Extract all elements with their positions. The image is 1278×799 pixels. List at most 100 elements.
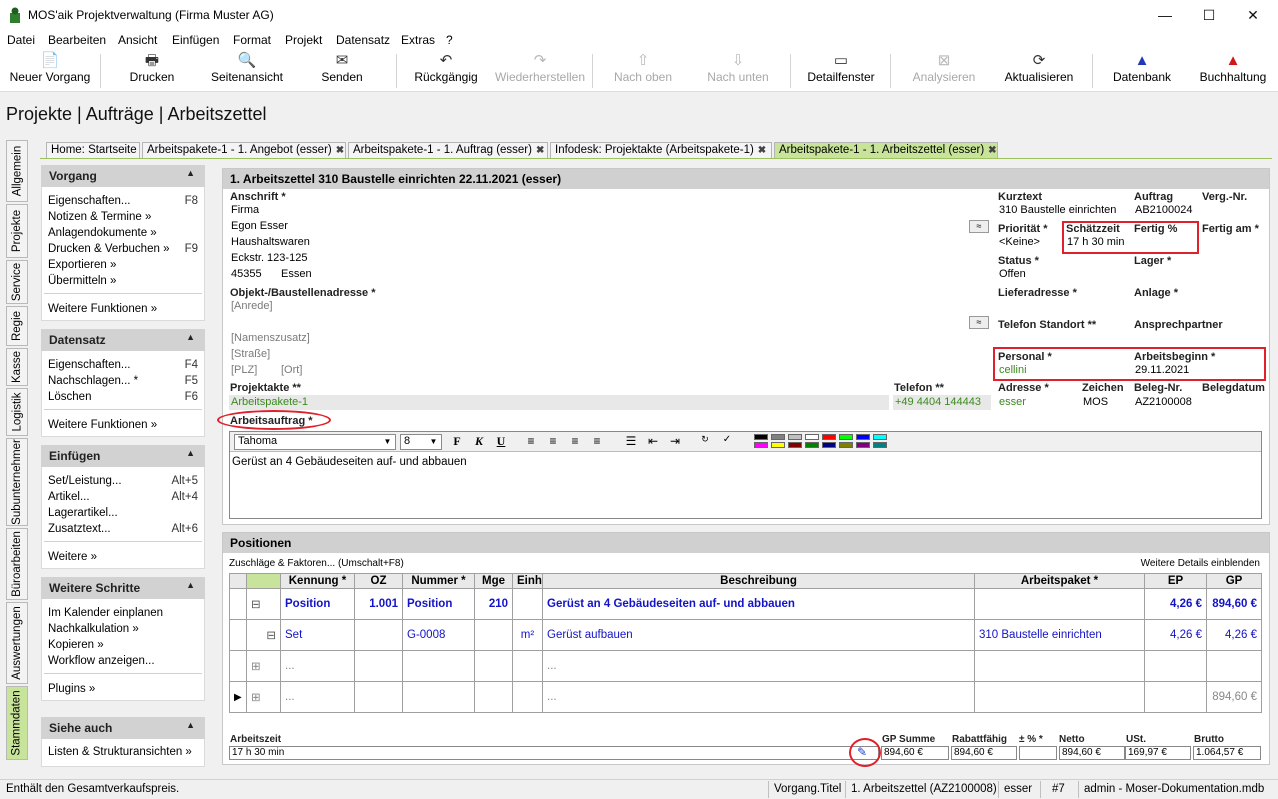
vorgang-drucken[interactable]: Drucken & Verbuchen » F9 — [48, 243, 198, 255]
collapse-icon[interactable]: ▲ — [186, 332, 195, 342]
database-button[interactable]: ▲ Datenbank — [1102, 52, 1182, 90]
close-tab-icon[interactable]: ✖ — [988, 145, 996, 156]
row-selector[interactable] — [229, 650, 247, 682]
einfuegen-weitere[interactable]: Weitere » — [48, 551, 198, 563]
minimize-button[interactable]: — — [1142, 0, 1188, 30]
col-ep[interactable]: EP — [1144, 573, 1207, 589]
indent-icon[interactable]: ⇥ — [666, 434, 684, 450]
vorgang-header[interactable]: Vorgang ▲ — [41, 165, 205, 187]
ansprech-field[interactable] — [1133, 331, 1263, 346]
datensatz-eigenschaften[interactable]: Eigenschaften... F4 — [48, 359, 198, 371]
color-swatch[interactable] — [839, 442, 853, 448]
schritte-plugins[interactable]: Plugins » — [48, 683, 198, 695]
align-center-icon[interactable]: ≡ — [544, 434, 562, 450]
side-tab-allgemein[interactable]: Allgemein — [6, 140, 28, 202]
send-button[interactable]: ✉ Senden — [300, 52, 384, 90]
doc-tab-auftrag[interactable]: Arbeitspakete-1 - 1. Auftrag (esser) ✖ — [348, 142, 548, 159]
col-nummer[interactable]: Nummer * — [402, 573, 475, 589]
chevron-down-icon[interactable]: ▼ — [381, 436, 394, 448]
netto-field[interactable]: 894,60 € — [1059, 746, 1125, 760]
anschrift-line-1[interactable]: Firma — [229, 203, 989, 218]
cell-einh[interactable]: m² — [512, 619, 543, 651]
cell-kennung[interactable]: ... — [280, 650, 355, 682]
color-swatch[interactable] — [805, 434, 819, 440]
einfuegen-zusatztext[interactable]: Zusatztext... Alt+6 — [48, 523, 198, 535]
menu-datei[interactable]: Datei — [7, 33, 35, 47]
rabatt-field[interactable]: 894,60 € — [951, 746, 1017, 760]
anschrift-line-4[interactable]: Eckstr. 123-125 — [229, 251, 989, 266]
schritte-kalender[interactable]: Im Kalender einplanen — [48, 607, 198, 619]
schritte-nachkalkulation[interactable]: Nachkalkulation » — [48, 623, 198, 635]
color-swatch[interactable] — [873, 442, 887, 448]
fertigam-field[interactable] — [1201, 235, 1263, 250]
cell-mge[interactable] — [474, 619, 513, 651]
side-tab-subunternehmer[interactable]: Subunternehmer — [6, 438, 28, 526]
col-einh[interactable]: Einh — [512, 573, 543, 589]
refresh-button[interactable]: ⟳ Aktualisieren — [996, 52, 1082, 90]
zeichen-field[interactable]: MOS — [1081, 395, 1127, 410]
side-tab-stammdaten[interactable]: Stammdaten — [6, 686, 28, 760]
adresse-field[interactable]: esser — [997, 395, 1075, 410]
spellcheck-icon[interactable]: ✓ — [718, 434, 736, 450]
menu-bearbeiten[interactable]: Bearbeiten — [48, 33, 106, 47]
col-gp[interactable]: GP — [1206, 573, 1262, 589]
belegdatum-field[interactable] — [1201, 395, 1263, 410]
cell-arbeitspaket[interactable] — [974, 681, 1145, 713]
current-row-arrow-icon[interactable]: ▶ — [229, 681, 247, 713]
side-tab-kasse[interactable]: Kasse — [6, 348, 28, 386]
cell-gp[interactable]: 894,60 € — [1206, 681, 1262, 713]
col-oz[interactable]: OZ — [354, 573, 403, 589]
menu-extras[interactable]: Extras — [401, 33, 435, 47]
cell-ep[interactable] — [1144, 681, 1207, 713]
expand-tree-icon[interactable]: ⊞ — [246, 650, 281, 682]
menu-format[interactable]: Format — [233, 33, 271, 47]
bold-button[interactable]: F — [448, 434, 466, 450]
rtf-icon[interactable]: ↻ — [696, 434, 714, 450]
cell-nummer[interactable] — [402, 650, 475, 682]
collapse-icon[interactable]: ▲ — [186, 168, 195, 178]
analyze-button[interactable]: ⊠ Analysieren — [900, 52, 988, 90]
einfuegen-set-leistung[interactable]: Set/Leistung... Alt+5 — [48, 475, 198, 487]
color-swatch[interactable] — [788, 434, 802, 440]
address-lookup-icon[interactable]: ≈ — [969, 316, 989, 329]
print-button[interactable]: 🖶 Drucken — [110, 52, 194, 90]
doc-tab-infodesk[interactable]: Infodesk: Projektakte (Arbeitspakete-1) ✖ — [550, 142, 772, 159]
color-swatch[interactable] — [822, 442, 836, 448]
vorgang-exportieren[interactable]: Exportieren » — [48, 259, 198, 271]
justify-icon[interactable]: ≡ — [588, 434, 606, 450]
font-size-select[interactable]: 8 ▼ — [400, 434, 442, 450]
cell-ep[interactable]: 4,26 € — [1144, 619, 1207, 651]
side-tab-auswertungen[interactable]: Auswertungen — [6, 602, 28, 684]
page-view-button[interactable]: 🔍 Seitenansicht — [204, 52, 290, 90]
datensatz-nachschlagen[interactable]: Nachschlagen... * F5 — [48, 375, 198, 387]
strasse-field[interactable]: [Straße] — [229, 347, 989, 362]
brutto-field[interactable]: 1.064,57 € — [1193, 746, 1261, 760]
undo-button[interactable]: ↶ Rückgängig — [406, 52, 486, 90]
datensatz-weitere-funktionen[interactable]: Weitere Funktionen » — [48, 419, 198, 431]
table-row[interactable]: ▶ ⊞ ... ... 894,60 € — [229, 681, 1262, 713]
color-swatch[interactable] — [856, 434, 870, 440]
status-field[interactable]: Offen — [997, 267, 1127, 282]
table-row[interactable]: ⊞ ... ... — [229, 650, 1262, 682]
side-tab-projekte[interactable]: Projekte — [6, 204, 28, 258]
doc-tab-home[interactable]: Home: Startseite — [46, 142, 140, 159]
cell-mge[interactable] — [474, 650, 513, 682]
arbeitszeit-field[interactable]: 17 h 30 min — [229, 746, 879, 760]
cell-beschreibung[interactable]: Gerüst aufbauen — [542, 619, 975, 651]
vorgang-uebermitteln[interactable]: Übermitteln » — [48, 275, 198, 287]
close-tab-icon[interactable]: ✖ — [336, 145, 344, 156]
menu-help[interactable]: ? — [446, 33, 453, 47]
prioritaet-field[interactable]: <Keine> — [997, 235, 1059, 250]
vorgang-eigenschaften[interactable]: Eigenschaften... F8 — [48, 195, 198, 207]
close-tab-icon[interactable]: ✖ — [536, 145, 544, 156]
cell-beschreibung[interactable]: Gerüst an 4 Gebäudeseiten auf- und abbau… — [542, 588, 975, 620]
schritte-workflow[interactable]: Workflow anzeigen... — [48, 655, 198, 667]
anlage-field[interactable] — [1133, 299, 1263, 314]
cell-mge[interactable]: 210 — [474, 588, 513, 620]
vorgang-notizen[interactable]: Notizen & Termine » — [48, 211, 198, 223]
color-swatch[interactable] — [771, 442, 785, 448]
redo-button[interactable]: ↷ Wiederherstellen — [492, 52, 588, 90]
cell-gp[interactable]: 894,60 € — [1206, 588, 1262, 620]
address-lookup-icon[interactable]: ≈ — [969, 220, 989, 233]
cell-oz[interactable]: 1.001 — [354, 588, 403, 620]
